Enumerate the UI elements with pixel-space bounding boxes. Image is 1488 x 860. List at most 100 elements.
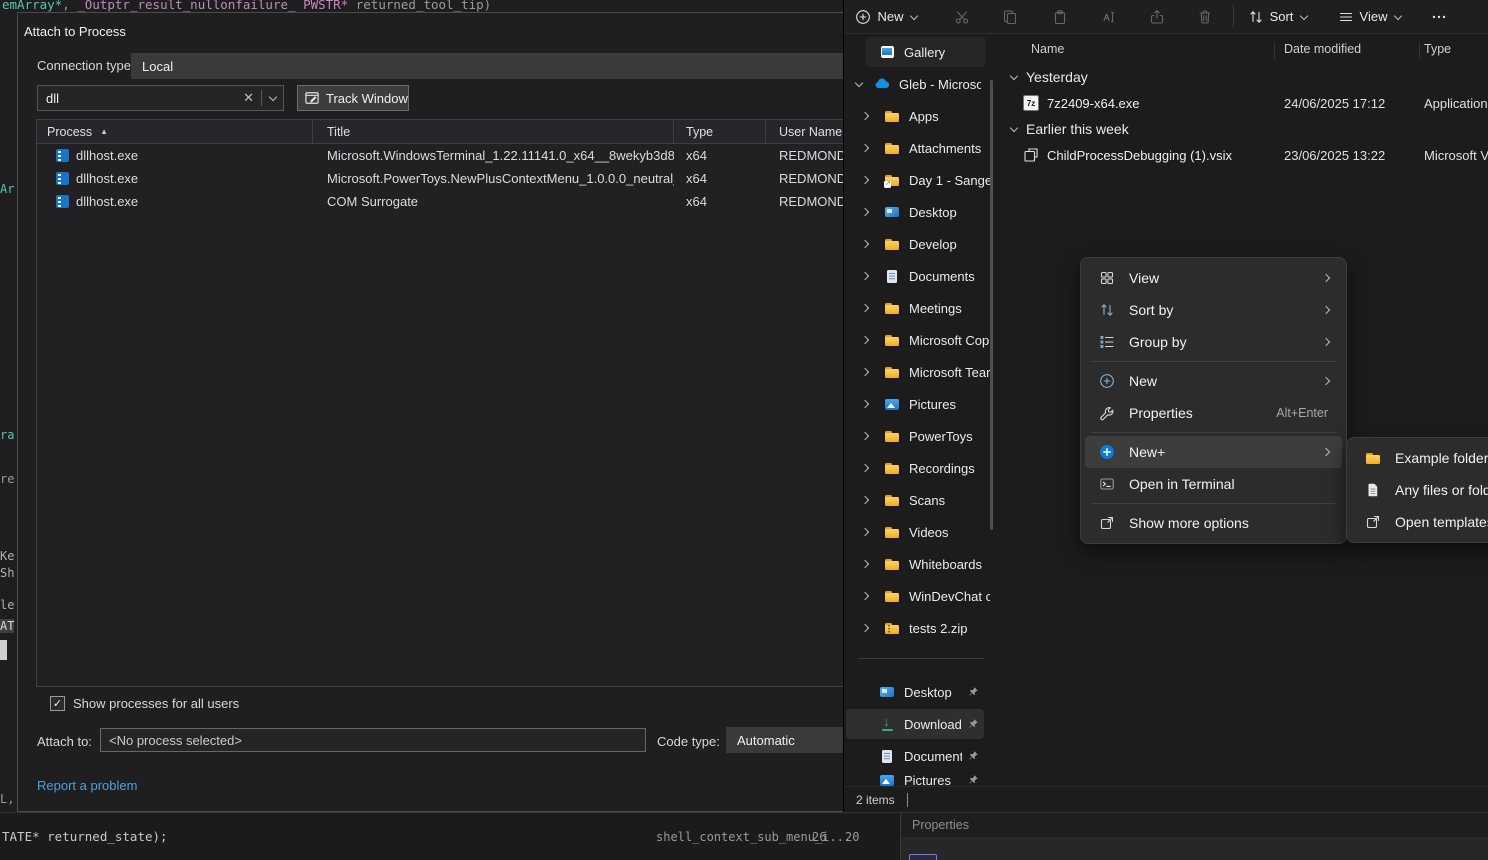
sidebar-item-windevchat[interactable]: WinDevChat c bbox=[844, 581, 990, 611]
view-grid-icon bbox=[1099, 270, 1115, 286]
chevron-right-icon[interactable] bbox=[862, 368, 871, 377]
chevron-right-icon[interactable] bbox=[862, 528, 871, 537]
download-icon bbox=[879, 716, 895, 732]
column-header-user-name[interactable]: User Name bbox=[766, 120, 843, 143]
process-row[interactable]: dllhost.exe Microsoft.PowerToys.NewPlusC… bbox=[37, 167, 843, 190]
process-row[interactable]: dllhost.exe Microsoft.WindowsTerminal_1.… bbox=[37, 144, 843, 167]
submenu-item-example-folder[interactable]: Example folder bbox=[1351, 442, 1488, 474]
chevron-down-icon[interactable] bbox=[854, 80, 863, 89]
submenu-item-open-templates[interactable]: Open templates bbox=[1351, 506, 1488, 538]
toolbar-divider bbox=[1233, 5, 1234, 27]
menu-item-open-in-terminal[interactable]: Open in Terminal bbox=[1085, 468, 1342, 500]
sidebar-item-microsoft-cop[interactable]: Microsoft Cop bbox=[844, 325, 990, 355]
sidebar-item-pictures[interactable]: Pictures bbox=[844, 389, 990, 419]
clear-filter-icon[interactable]: ✕ bbox=[236, 90, 261, 106]
code-fragment: Sh bbox=[0, 566, 14, 580]
code-type-value: Automatic bbox=[737, 733, 795, 748]
chevron-right-icon[interactable] bbox=[862, 272, 871, 281]
share-button[interactable] bbox=[1142, 2, 1172, 31]
chevron-right-icon[interactable] bbox=[862, 464, 871, 473]
menu-item-view[interactable]: View bbox=[1085, 262, 1342, 294]
code-fragment: le bbox=[0, 598, 14, 612]
menu-item-sort-by[interactable]: Sort by bbox=[1085, 294, 1342, 326]
report-a-problem-link[interactable]: Report a problem bbox=[37, 778, 137, 793]
chevron-right-icon[interactable] bbox=[862, 336, 871, 345]
chevron-right-icon[interactable] bbox=[862, 304, 871, 313]
chevron-right-icon[interactable] bbox=[862, 112, 871, 121]
sidebar-item-onedrive-root[interactable]: Gleb - Microsof bbox=[844, 69, 990, 99]
column-header-type[interactable]: Type bbox=[674, 120, 766, 143]
menu-item-new[interactable]: New bbox=[1085, 365, 1342, 397]
sidebar-item-meetings[interactable]: Meetings bbox=[844, 293, 990, 323]
menu-item-properties[interactable]: Properties Alt+Enter bbox=[1085, 397, 1342, 429]
column-divider[interactable] bbox=[1274, 42, 1275, 59]
paste-button[interactable] bbox=[1045, 2, 1075, 31]
sidebar-item-documents[interactable]: Documents bbox=[844, 261, 990, 291]
column-header-date-modified[interactable]: Date modified bbox=[1284, 42, 1361, 56]
track-window-button[interactable]: Track Window bbox=[297, 85, 409, 111]
group-header-yesterday[interactable]: Yesterday bbox=[1009, 66, 1088, 88]
sidebar-scrollbar[interactable] bbox=[990, 80, 993, 530]
sidebar-item-tests-zip[interactable]: tests 2.zip bbox=[844, 613, 990, 643]
view-button[interactable]: View bbox=[1334, 2, 1406, 31]
file-row-7z2409[interactable]: 7z 7z2409-x64.exe 24/06/2025 17:12 Appli… bbox=[1004, 92, 1488, 116]
sidebar-item-gallery[interactable]: Gallery bbox=[866, 37, 986, 67]
sidebar-item-desktop[interactable]: Desktop bbox=[844, 197, 990, 227]
breadcrumb-column-number: 20 bbox=[845, 830, 859, 844]
sidebar-item-recordings[interactable]: Recordings bbox=[844, 453, 990, 483]
sidebar-item-videos[interactable]: Videos bbox=[844, 517, 990, 547]
chevron-down-icon[interactable] bbox=[1009, 73, 1018, 82]
rename-button[interactable] bbox=[1095, 2, 1125, 31]
process-filter-box[interactable]: ✕ bbox=[37, 85, 284, 111]
process-row[interactable]: dllhost.exe COM Surrogate x64 REDMOND bbox=[37, 190, 843, 213]
menu-item-show-more-options[interactable]: Show more options bbox=[1085, 507, 1342, 539]
sidebar-item-attachments[interactable]: Attachments bbox=[844, 133, 990, 163]
chevron-right-icon[interactable] bbox=[862, 592, 871, 601]
chevron-right-icon[interactable] bbox=[862, 144, 871, 153]
chevron-right-icon[interactable] bbox=[862, 240, 871, 249]
chevron-right-icon[interactable] bbox=[862, 176, 871, 185]
group-header-earlier-this-week[interactable]: Earlier this week bbox=[1009, 118, 1129, 140]
menu-item-new-plus[interactable]: New+ bbox=[1085, 436, 1342, 468]
sidebar-item-powertoys[interactable]: PowerToys bbox=[844, 421, 990, 451]
chevron-right-icon[interactable] bbox=[862, 208, 871, 217]
sidebar-item-microsoft-tear[interactable]: Microsoft Tear bbox=[844, 357, 990, 387]
column-divider[interactable] bbox=[1419, 42, 1420, 59]
sidebar-item-day-1[interactable]: Day 1 - Sangee bbox=[844, 165, 990, 195]
sidebar-item-apps[interactable]: Apps bbox=[844, 101, 990, 131]
process-table: Process ▲ Title Type User Name dllhost.e… bbox=[36, 119, 844, 687]
folder-icon bbox=[884, 140, 900, 156]
connection-type-combobox[interactable]: Local bbox=[131, 53, 843, 79]
file-row-vsix[interactable]: ChildProcessDebugging (1).vsix 23/06/202… bbox=[1004, 144, 1488, 168]
chevron-right-icon[interactable] bbox=[862, 432, 871, 441]
chevron-right-icon[interactable] bbox=[862, 400, 871, 409]
sort-button[interactable]: Sort bbox=[1242, 2, 1314, 31]
attach-to-field[interactable] bbox=[100, 728, 646, 752]
process-filter-input[interactable] bbox=[38, 91, 236, 106]
chevron-right-icon[interactable] bbox=[862, 496, 871, 505]
column-header-process[interactable]: Process ▲ bbox=[37, 120, 313, 143]
chevron-down-icon[interactable] bbox=[1009, 125, 1018, 134]
chevron-right-icon[interactable] bbox=[862, 624, 871, 633]
show-all-users-checkbox[interactable]: ✓ bbox=[50, 696, 65, 711]
more-options-button[interactable] bbox=[1424, 2, 1454, 31]
code-type-label: Code type: bbox=[657, 734, 720, 749]
sidebar-item-whiteboards[interactable]: Whiteboards bbox=[844, 549, 990, 579]
new-button[interactable]: New bbox=[854, 2, 920, 31]
sidebar-item-scans[interactable]: Scans bbox=[844, 485, 990, 515]
cut-button[interactable] bbox=[947, 2, 977, 31]
sidebar-item-develop[interactable]: Develop bbox=[844, 229, 990, 259]
column-header-title[interactable]: Title bbox=[313, 120, 674, 143]
zip-folder-icon bbox=[884, 620, 900, 636]
menu-item-group-by[interactable]: Group by bbox=[1085, 326, 1342, 358]
delete-button[interactable] bbox=[1190, 2, 1220, 31]
filter-dropdown-chevron-icon[interactable] bbox=[268, 94, 277, 103]
sidebar-item-pinned-desktop[interactable]: Desktop bbox=[844, 677, 990, 707]
chevron-right-icon[interactable] bbox=[862, 560, 871, 569]
column-header-type[interactable]: Type bbox=[1424, 42, 1451, 56]
submenu-item-any-files[interactable]: Any files or folde bbox=[1351, 474, 1488, 506]
code-type-combobox[interactable]: Automatic bbox=[726, 727, 844, 753]
copy-button[interactable] bbox=[995, 2, 1025, 31]
sidebar-item-pinned-downloads[interactable]: Downloads bbox=[846, 709, 984, 739]
column-header-name[interactable]: Name bbox=[1031, 42, 1064, 56]
